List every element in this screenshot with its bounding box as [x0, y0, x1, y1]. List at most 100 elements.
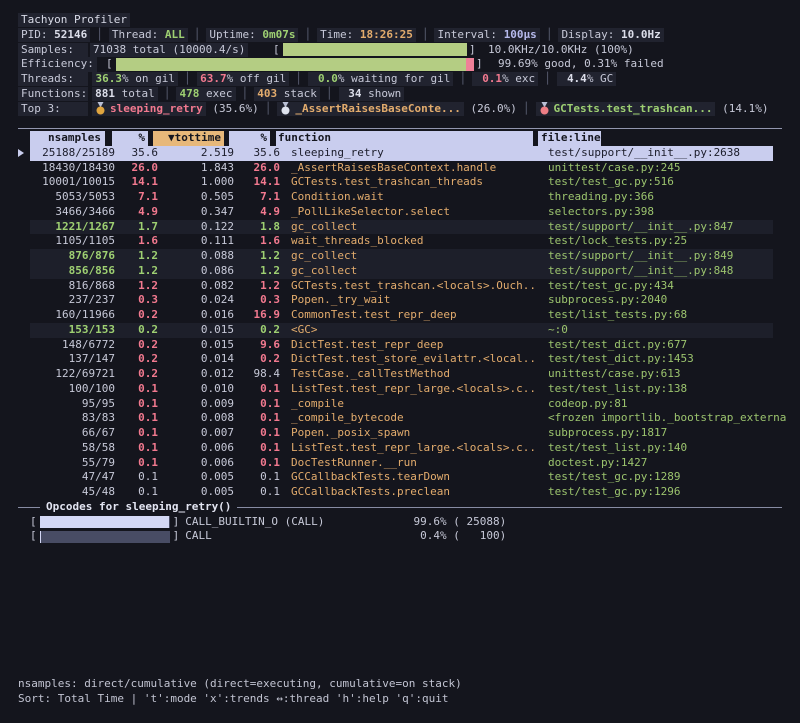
- cell-nsamples: 148/6772: [30, 338, 115, 353]
- cell-tottime: 0.347: [158, 205, 234, 220]
- table-row[interactable]: 55/790.10.0060.1DocTestRunner.__rundocte…: [0, 456, 800, 471]
- table-row[interactable]: 122/697210.20.01298.4TestCase._callTestM…: [0, 367, 800, 382]
- samples-total: 71038 total (10000.4/s): [90, 43, 248, 58]
- cell-function: DocTestRunner.__run: [280, 456, 537, 471]
- table-row[interactable]: 876/8761.20.0881.2gc_collecttest/support…: [0, 249, 800, 264]
- cell-file-line: subprocess.py:1817: [537, 426, 667, 441]
- table-row-body: 45/480.10.0050.1GCCallbackTests.preclean…: [30, 485, 773, 500]
- cell-function: ListTest.test_repr_large.<locals>.c...: [280, 441, 537, 456]
- status-item: Uptime: 0m07s: [206, 28, 298, 42]
- table-row[interactable]: 18430/1843026.01.84326.0_AssertRaisesBas…: [0, 161, 800, 176]
- status-item: Interval: 100µs: [434, 28, 539, 42]
- column-header-nsamples[interactable]: nsamples: [30, 131, 105, 146]
- cell-direct-percent: 26.0: [115, 161, 158, 176]
- table-row[interactable]: 237/2370.30.0240.3Popen._try_waitsubproc…: [0, 293, 800, 308]
- cell-nsamples: 47/47: [30, 470, 115, 485]
- cell-direct-percent: 0.1: [115, 441, 158, 456]
- table-row[interactable]: 83/830.10.0080.1_compile_bytecode<frozen…: [0, 411, 800, 426]
- table-row[interactable]: 137/1470.20.0140.2DictTest.test_store_ev…: [0, 352, 800, 367]
- cell-direct-percent: 7.1: [115, 190, 158, 205]
- rule-segment: [18, 507, 40, 508]
- cell-cumulative-percent: 0.1: [234, 485, 280, 500]
- cell-direct-percent: 4.9: [115, 205, 158, 220]
- table-row[interactable]: 5053/50537.10.5057.1Condition.waitthread…: [0, 190, 800, 205]
- thread-stat: 4.4% GC: [557, 72, 617, 86]
- function-stat-value: 403: [257, 87, 277, 102]
- legend-line: nsamples: direct/cumulative (direct=exec…: [0, 677, 800, 692]
- thread-stat-suffix: % on gil: [122, 72, 175, 87]
- cell-cumulative-percent: 7.1: [234, 190, 280, 205]
- cell-function: Popen._posix_spawn: [280, 426, 537, 441]
- silver-medal-icon: [280, 102, 291, 115]
- function-stat-value: 478: [179, 87, 199, 102]
- efficiency-line: Efficiency: [ ] 99.69% good, 0.31% faile…: [0, 57, 800, 72]
- cell-tottime: 0.006: [158, 456, 234, 471]
- cell-file-line: ~:0: [537, 323, 568, 338]
- cell-nsamples: 876/876: [30, 249, 115, 264]
- opcode-usage-bar: [40, 531, 170, 543]
- cell-function: TestCase._callTestMethod: [280, 367, 537, 382]
- table-row-body: 153/1530.20.0150.2<GC>~:0: [30, 323, 773, 338]
- thread-stat-value: 63.7: [200, 72, 227, 87]
- opcode-usage-bar: [40, 516, 170, 528]
- table-row[interactable]: 47/470.10.0050.1GCCallbackTests.tearDown…: [0, 470, 800, 485]
- table-row[interactable]: 3466/34664.90.3474.9_PollLikeSelector.se…: [0, 205, 800, 220]
- table-row[interactable]: 160/119660.20.01616.9CommonTest.test_rep…: [0, 308, 800, 323]
- column-header-cumulative-percent[interactable]: %: [229, 131, 270, 146]
- cell-file-line: <frozen importlib._bootstrap_externa: [537, 411, 786, 426]
- top3-entry[interactable]: sleeping_retry: [92, 102, 206, 116]
- column-header-file-line[interactable]: file:line: [538, 131, 601, 146]
- cell-tottime: 0.015: [158, 323, 234, 338]
- cell-function: GCCallbackTests.preclean: [280, 485, 537, 500]
- samples-progress-bar: [283, 43, 467, 56]
- table-row[interactable]: 148/67720.20.0159.6DictTest.test_repr_de…: [0, 338, 800, 353]
- cell-nsamples: 66/67: [30, 426, 115, 441]
- table-row[interactable]: 95/950.10.0090.1_compilecodeop.py:81: [0, 397, 800, 412]
- app-title: Tachyon Profiler: [18, 13, 130, 27]
- top3-entry[interactable]: GCTests.test_trashcan...: [536, 102, 716, 116]
- cell-nsamples: 816/868: [30, 279, 115, 294]
- table-row[interactable]: 1221/12671.70.1221.8gc_collecttest/suppo…: [0, 220, 800, 235]
- table-row[interactable]: 10001/1001514.11.00014.1GCTests.test_tra…: [0, 175, 800, 190]
- opcode-usage-bar-fill: [40, 516, 169, 528]
- thread-stat-suffix: % off gil: [227, 72, 287, 87]
- cell-direct-percent: 0.2: [115, 323, 158, 338]
- cell-cumulative-percent: 0.2: [234, 352, 280, 367]
- status-bar: PID: 52146│Thread: ALL│Uptime: 0m07s│Tim…: [0, 28, 800, 43]
- table-row[interactable]: 25188/2518935.62.51935.6sleeping_retryte…: [0, 146, 800, 161]
- table-row[interactable]: 100/1000.10.0100.1ListTest.test_repr_lar…: [0, 382, 800, 397]
- cell-function: GCCallbackTests.tearDown: [280, 470, 537, 485]
- top3-entry[interactable]: _AssertRaisesBaseConte...: [277, 102, 464, 116]
- table-row[interactable]: 816/8681.20.0821.2GCTests.test_trashcan.…: [0, 279, 800, 294]
- opcode-name: CALL_BUILTIN_O (CALL): [179, 515, 407, 530]
- cell-file-line: selectors.py:398: [537, 205, 654, 220]
- efficiency-progress-bar: [116, 58, 474, 71]
- cell-direct-percent: 1.7: [115, 220, 158, 235]
- cell-function: sleeping_retry: [280, 146, 537, 161]
- status-item-label: Time:: [320, 28, 360, 43]
- cell-tottime: 0.008: [158, 411, 234, 426]
- status-item-value: 52146: [54, 28, 87, 43]
- table-row[interactable]: 1105/11051.60.1111.6wait_threads_blocked…: [0, 234, 800, 249]
- top3-entry-name: _AssertRaisesBaseConte...: [295, 102, 461, 117]
- column-header-tottime-sorted[interactable]: ▼tottime: [153, 131, 224, 146]
- bronze-medal-icon: [539, 102, 550, 115]
- table-row[interactable]: 45/480.10.0050.1GCCallbackTests.preclean…: [0, 485, 800, 500]
- column-header-function[interactable]: function: [276, 131, 533, 146]
- column-header-direct-percent[interactable]: %: [112, 131, 148, 146]
- status-item-value: 18:26:25: [360, 28, 413, 43]
- cell-tottime: 0.086: [158, 264, 234, 279]
- table-row[interactable]: 58/580.10.0060.1ListTest.test_repr_large…: [0, 441, 800, 456]
- opcode-row: []CALL_BUILTIN_O (CALL)99.6% ( 25088): [0, 515, 800, 530]
- cell-tottime: 0.015: [158, 338, 234, 353]
- top3-entry-percent: (35.6%): [206, 102, 259, 117]
- cell-cumulative-percent: 0.1: [234, 470, 280, 485]
- table-row[interactable]: 66/670.10.0070.1Popen._posix_spawnsubpro…: [0, 426, 800, 441]
- cell-function: DictTest.test_store_evilattr.<local...: [280, 352, 537, 367]
- table-row[interactable]: 856/8561.20.0861.2gc_collecttest/support…: [0, 264, 800, 279]
- cell-nsamples: 137/147: [30, 352, 115, 367]
- cell-nsamples: 55/79: [30, 456, 115, 471]
- top3-entry-percent: (14.1%): [715, 102, 768, 117]
- separator-bar: │: [96, 28, 103, 43]
- table-row[interactable]: 153/1530.20.0150.2<GC>~:0: [0, 323, 800, 338]
